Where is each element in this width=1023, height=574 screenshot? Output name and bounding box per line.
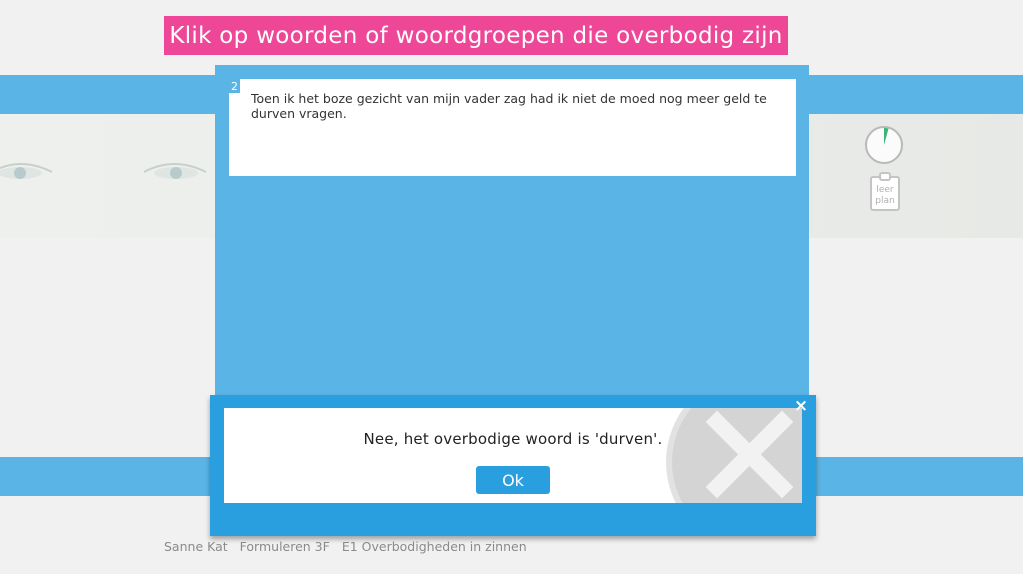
ok-button[interactable]: Ok (476, 466, 550, 494)
breadcrumb-footer: Sanne Kat Formuleren 3F E1 Overbodigheden … (164, 539, 539, 554)
feedback-dialog: Nee, het overbodige woord is 'durven'. O… (210, 395, 816, 536)
timer-icon[interactable] (864, 125, 904, 165)
instruction-title: Klik op woorden of woordgroepen die over… (164, 16, 788, 55)
question-box: 2 Toen ik het boze gezicht van mijn vade… (229, 79, 796, 176)
leerplan-clipboard-icon[interactable]: leer plan (869, 172, 901, 212)
feedback-dialog-body: Nee, het overbodige woord is 'durven'. O… (224, 408, 802, 503)
leerplan-label-1: leer (876, 185, 894, 195)
leerplan-label-2: plan (875, 196, 894, 206)
right-eye-image (140, 154, 210, 184)
exercise-name[interactable]: E1 Overbodigheden in zinnen (342, 539, 527, 554)
question-sentence[interactable]: Toen ik het boze gezicht van mijn vader … (251, 91, 781, 121)
question-number: 2 (229, 79, 240, 93)
course-name[interactable]: Formuleren 3F (240, 539, 330, 554)
student-name: Sanne Kat (164, 539, 228, 554)
wrong-x-icon (662, 408, 802, 503)
feedback-message: Nee, het overbodige woord is 'durven'. (363, 430, 663, 448)
left-eye-image (0, 154, 60, 184)
close-dialog-button[interactable]: × (792, 397, 810, 415)
